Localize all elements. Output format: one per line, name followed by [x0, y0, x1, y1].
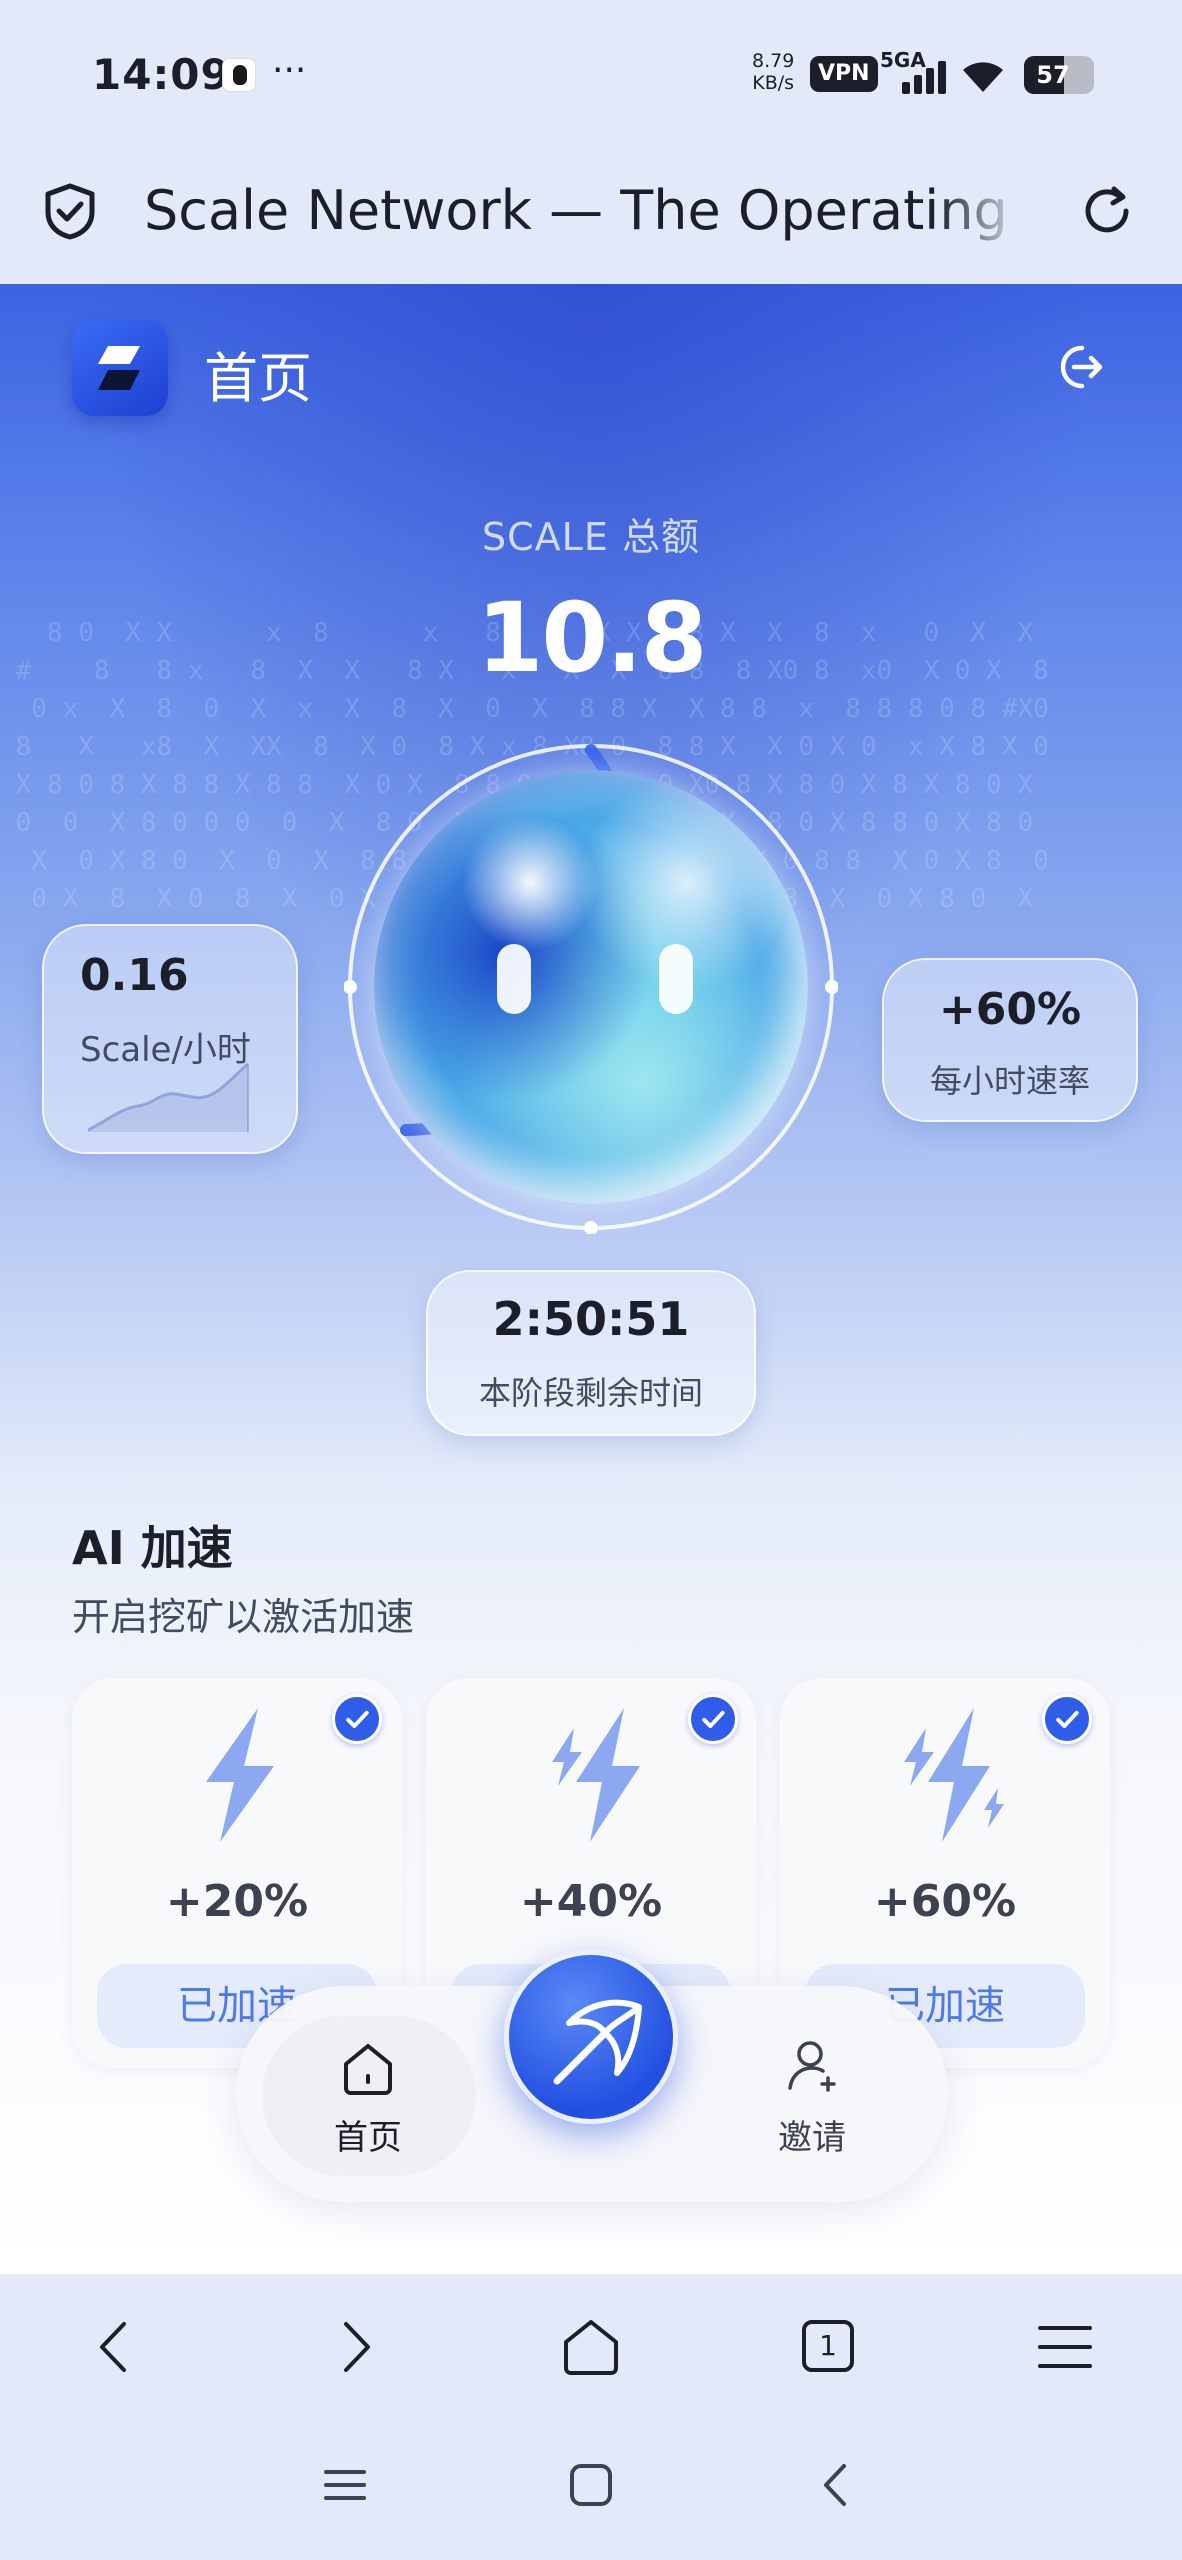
wifi-icon: [963, 62, 1003, 92]
signal-icon: [902, 61, 946, 94]
app-logo: [72, 320, 168, 416]
mining-orb[interactable]: [374, 770, 808, 1204]
vpn-badge: VPN: [810, 56, 878, 92]
check-icon: [332, 1694, 382, 1744]
rate-sparkline-icon: [88, 1062, 249, 1132]
network-speed-value: 8.79: [752, 50, 795, 72]
status-bar: 14:09 ··· 8.79 KB/s VPN 5GA 57: [0, 0, 1182, 150]
reload-icon[interactable]: [1078, 182, 1136, 240]
tabs-button[interactable]: 1: [794, 2312, 864, 2382]
total-value: 10.8: [476, 582, 708, 694]
more-notifications-icon: ···: [272, 50, 307, 91]
qq-notification-icon: [222, 58, 256, 92]
battery-icon: 57: [1024, 56, 1094, 94]
mine-button[interactable]: [504, 1950, 678, 2124]
status-time: 14:09: [92, 50, 231, 99]
tab-home-label: 首页: [334, 2118, 402, 2158]
accelerator-percent-1: +20%: [165, 1876, 309, 1927]
countdown-label: 本阶段剩余时间: [478, 1374, 703, 1412]
check-icon: [1042, 1694, 1092, 1744]
browser-page-title[interactable]: Scale Network — The Operating System: [144, 176, 1024, 246]
back-icon[interactable]: [82, 2312, 152, 2382]
battery-level: 57: [1036, 61, 1070, 89]
pickaxe-icon: [553, 1999, 642, 2085]
home-button-icon[interactable]: [564, 2458, 618, 2512]
triple-bolt-icon: [904, 1708, 1004, 1842]
home-icon[interactable]: [556, 2312, 626, 2382]
ai-section-subtitle: 开启挖矿以激活加速: [72, 1595, 415, 1639]
countdown-value: 2:50:51: [492, 1292, 690, 1346]
ai-section-title: AI 加速: [72, 1521, 233, 1575]
boost-value: +60%: [938, 984, 1082, 1035]
system-back-icon[interactable]: [810, 2458, 864, 2512]
recent-apps-icon[interactable]: [318, 2458, 372, 2512]
check-icon: [688, 1694, 738, 1744]
double-bolt-icon: [552, 1708, 640, 1842]
tab-count: 1: [802, 2320, 854, 2372]
network-speed: 8.79 KB/s: [752, 50, 794, 94]
page-title: 首页: [204, 347, 312, 410]
total-label: SCALE 总额: [482, 515, 700, 559]
accelerator-percent-3: +60%: [873, 1876, 1017, 1927]
invite-user-icon[interactable]: [782, 2036, 842, 2096]
home-icon: [344, 2044, 392, 2095]
bolt-icon: [206, 1708, 274, 1842]
forward-icon[interactable]: [318, 2312, 388, 2382]
logout-icon[interactable]: [1052, 340, 1106, 394]
tab-invite-label[interactable]: 邀请: [712, 2110, 912, 2159]
orb-right-eye: [659, 944, 693, 1014]
menu-icon[interactable]: [1030, 2312, 1100, 2382]
boost-label: 每小时速率: [929, 1062, 1090, 1100]
shield-check-icon[interactable]: [42, 182, 98, 240]
rate-value: 0.16: [80, 950, 189, 1001]
orb-left-eye: [497, 944, 531, 1014]
accelerator-percent-2: +40%: [519, 1876, 663, 1927]
network-speed-unit: KB/s: [752, 72, 795, 94]
